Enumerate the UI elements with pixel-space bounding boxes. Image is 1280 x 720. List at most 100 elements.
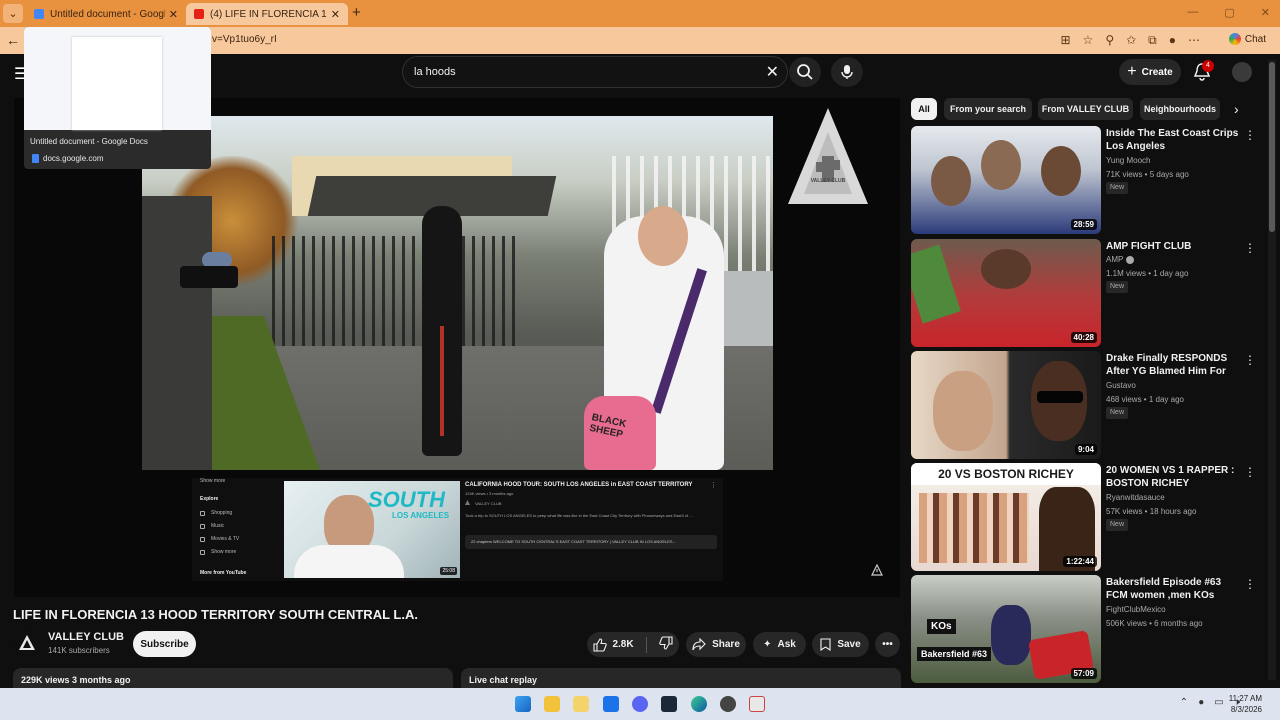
discord-icon[interactable]	[632, 696, 648, 712]
profile-icon[interactable]: ●	[1169, 33, 1176, 48]
channel-name[interactable]: FightClubMexico	[1106, 605, 1166, 614]
subscribe-button[interactable]: Subscribe	[133, 631, 196, 657]
ask-button[interactable]: ✦ Ask	[753, 632, 806, 657]
clear-search-icon[interactable]: ✕	[766, 62, 779, 82]
more-menu-icon[interactable]: ⋯	[1188, 33, 1200, 48]
channel-name[interactable]: Gustavo	[1106, 381, 1136, 390]
embedded-youtube-screenshot: Show more Explore Shopping Music Movies …	[192, 478, 723, 581]
video-title[interactable]: 20 WOMEN VS 1 RAPPER : BOSTON RICHEY	[1106, 464, 1244, 490]
like-count: 2.8K	[612, 639, 634, 650]
more-vertical-icon[interactable]: ⋮	[1244, 128, 1256, 142]
recommended-video[interactable]: 9:04 Drake Finally RESPONDS After YG Bla…	[911, 351, 1261, 459]
windows-start-icon[interactable]	[515, 696, 531, 712]
favorite-star-icon[interactable]: ☆	[1083, 33, 1094, 48]
scrollbar-thumb[interactable]	[1269, 62, 1275, 232]
clock-date: 8/3/2026	[1230, 705, 1262, 714]
save-button[interactable]: Save	[812, 632, 869, 657]
chip-from-valley-club[interactable]: From VALLEY CLUB	[1038, 98, 1133, 120]
copilot-icon	[1228, 33, 1241, 45]
warning-triangle-icon[interactable]	[871, 564, 883, 576]
search-box[interactable]: la hoods ✕	[402, 56, 788, 88]
edge-icon[interactable]	[691, 696, 707, 712]
chat-label: Chat	[1244, 33, 1266, 45]
store-icon[interactable]	[573, 696, 589, 712]
channel-name[interactable]: AMP	[1106, 255, 1135, 264]
more-vertical-icon[interactable]: ⋮	[1244, 241, 1256, 255]
outlook-icon[interactable]	[603, 696, 619, 712]
account-avatar[interactable]	[1232, 62, 1252, 82]
recommended-video[interactable]: 28:59 Inside The East Coast Crips Los An…	[911, 126, 1261, 234]
page-scrollbar[interactable]	[1268, 60, 1276, 680]
favorites-icon[interactable]: ✩	[1126, 33, 1136, 48]
video-thumbnail[interactable]: 9:04	[911, 351, 1101, 459]
video-thumbnail[interactable]: 28:59	[911, 126, 1101, 234]
thumbnail-text: Bakersfield #63	[917, 647, 992, 661]
tab-youtube[interactable]: (4) LIFE IN FLORENCIA 13 HOOD T ✕	[186, 3, 348, 25]
more-actions-button[interactable]: •••	[875, 632, 900, 657]
minimize-icon[interactable]: —	[1187, 6, 1198, 19]
back-arrow-icon[interactable]: ←	[6, 32, 20, 48]
live-chat-replay[interactable]: Live chat replay	[461, 668, 901, 688]
like-button[interactable]: 2.8K	[593, 637, 634, 652]
chevron-right-icon[interactable]: ›	[1234, 101, 1239, 117]
channel-name[interactable]: Yung Mooch	[1106, 156, 1150, 165]
recommended-video[interactable]: 40:28 AMP FIGHT CLUB AMP 1.1M views • 1 …	[911, 239, 1261, 347]
snipping-tool-icon[interactable]	[749, 696, 765, 712]
more-vertical-icon[interactable]: ⋮	[1244, 465, 1256, 479]
tab-list-chevron-icon[interactable]: ⌄	[3, 4, 23, 23]
file-explorer-icon[interactable]	[544, 696, 560, 712]
settings-gear-icon[interactable]	[720, 696, 736, 712]
person-in-video	[422, 206, 462, 456]
embed-channel: VALLEY CLUB	[475, 501, 502, 506]
notifications-button[interactable]: 4	[1193, 60, 1214, 86]
channel-name[interactable]: Ryanwitdasauce	[1106, 493, 1165, 502]
video-title[interactable]: Inside The East Coast Crips Los Angeles	[1106, 127, 1244, 153]
subscriber-count: 141K subscribers	[48, 646, 110, 655]
show-hidden-icons-chevron-icon[interactable]: ⌃	[1180, 697, 1188, 708]
url-field[interactable]: v=Vp1tuo6y_rI	[212, 34, 277, 45]
app-available-icon[interactable]: ⊞	[1060, 33, 1070, 48]
close-tab-icon[interactable]: ✕	[331, 8, 340, 21]
channel-name[interactable]: VALLEY CLUB	[48, 631, 124, 643]
video-title[interactable]: AMP FIGHT CLUB	[1106, 240, 1244, 253]
system-clock[interactable]: 11:27 AM 8/3/2026	[1229, 693, 1262, 715]
voice-search-button[interactable]	[831, 57, 863, 87]
channel-logo-icon	[19, 635, 35, 650]
chip-all[interactable]: All	[911, 98, 937, 120]
chip-from-your-search[interactable]: From your search	[944, 98, 1032, 120]
video-player[interactable]: BLACK SHEEP VALLEY CLUB Show more Explor…	[14, 98, 900, 597]
recommended-video[interactable]: KOs Bakersfield #63 57:09 Bakersfield Ep…	[911, 575, 1261, 683]
video-title[interactable]: Bakersfield Episode #63 FCM women ,men K…	[1106, 576, 1244, 602]
extension-icon[interactable]: ⚲	[1105, 33, 1114, 48]
video-title[interactable]: Drake Finally RESPONDS After YG Blamed H…	[1106, 352, 1244, 378]
preview-title: Untitled document - Google Docs	[30, 137, 148, 146]
dislike-button[interactable]	[658, 636, 673, 653]
search-input[interactable]: la hoods	[414, 66, 456, 78]
channel-avatar[interactable]	[14, 630, 40, 656]
more-vertical-icon[interactable]: ⋮	[1244, 577, 1256, 591]
chip-neighbourhoods[interactable]: Neighbourhoods	[1140, 98, 1220, 120]
collections-icon[interactable]: ⧉	[1148, 33, 1157, 48]
video-thumbnail[interactable]: 20 VS BOSTON RICHEY 1:22:44	[911, 463, 1101, 571]
recommended-video[interactable]: 20 VS BOSTON RICHEY 1:22:44 20 WOMEN VS …	[911, 463, 1261, 571]
more-vertical-icon[interactable]: ⋮	[1244, 353, 1256, 367]
copilot-chat-button[interactable]: Chat	[1228, 33, 1266, 45]
create-button[interactable]: + Create	[1119, 59, 1181, 85]
description-box[interactable]: 229K views 3 months ago	[13, 668, 453, 688]
location-icon[interactable]: ●	[1198, 697, 1204, 708]
close-tab-icon[interactable]: ✕	[169, 8, 178, 21]
video-thumbnail[interactable]: KOs Bakersfield #63 57:09	[911, 575, 1101, 683]
video-duration: 40:28	[1070, 332, 1097, 343]
embed-item: Shopping	[200, 510, 232, 516]
new-tab-icon[interactable]: +	[352, 4, 361, 21]
video-frame[interactable]: BLACK SHEEP	[142, 116, 773, 470]
maximize-icon[interactable]: ▢	[1224, 6, 1234, 19]
google-docs-icon	[32, 154, 39, 163]
network-icon[interactable]: ▭	[1214, 697, 1223, 708]
search-button[interactable]	[789, 57, 821, 87]
tab-google-docs[interactable]: Untitled document - Google Docs ✕	[26, 3, 186, 25]
share-button[interactable]: Share	[686, 632, 746, 657]
steam-icon[interactable]	[661, 696, 677, 712]
close-window-icon[interactable]: ✕	[1261, 6, 1270, 19]
video-thumbnail[interactable]: 40:28	[911, 239, 1101, 347]
